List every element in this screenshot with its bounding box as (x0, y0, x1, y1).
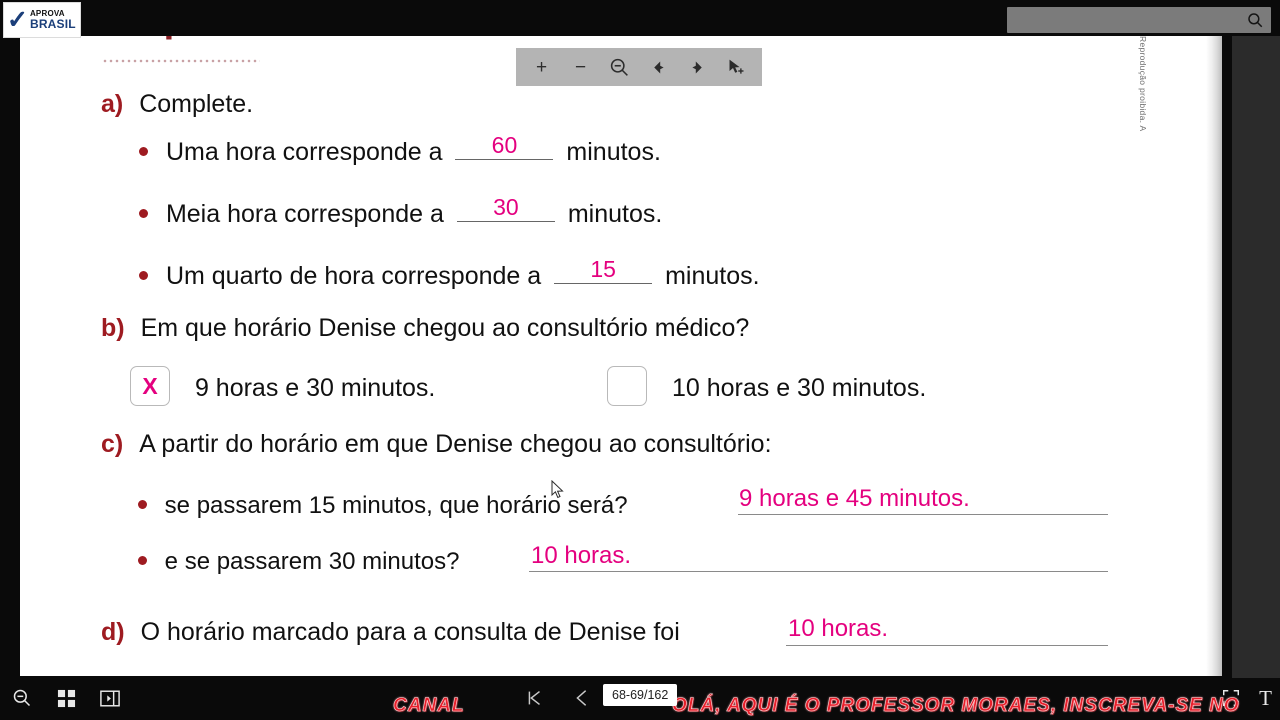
answer-c-1: 10 horas. (531, 542, 632, 569)
blank-a-2[interactable]: 15 (554, 256, 653, 284)
question-a-item-1: Meia hora corresponde a 30 minutos. (139, 194, 663, 229)
top-bar: ✓ APROVA BRASIL (0, 0, 1280, 38)
answer-a-0: 60 (491, 132, 518, 158)
question-a: a) Complete. (101, 90, 253, 119)
pan-left-button[interactable] (644, 52, 674, 82)
arrow-right-diamond-icon (689, 59, 706, 76)
answer-c-0: 9 horas e 45 minutos. (739, 485, 970, 512)
presentation-mode-icon[interactable] (96, 684, 124, 712)
zoom-out-button[interactable]: − (566, 52, 596, 82)
question-d-prompt: O horário marcado para a consulta de Den… (140, 618, 680, 646)
question-a-item-2-after: minutos. (665, 262, 760, 290)
question-a-item-0-before: Uma hora corresponde a (165, 138, 443, 166)
floating-zoom-toolbar[interactable]: + − (516, 48, 762, 86)
answer-line-c-0[interactable] (738, 514, 1108, 515)
bullet-icon (139, 270, 148, 280)
checkbox-x-mark: X (142, 372, 158, 399)
blank-a-0[interactable]: 60 (455, 132, 554, 160)
answer-d: 10 horas. (788, 615, 889, 642)
page-right-gutter (1206, 14, 1222, 676)
magnifier-minus-icon (609, 57, 630, 78)
question-c: c) A partir do horário em que Denise che… (101, 430, 772, 459)
question-c-item-1-text: e se passarem 30 minutos? (164, 548, 460, 575)
answer-line-c-1[interactable] (529, 571, 1108, 572)
blank-a-1[interactable]: 30 (456, 194, 555, 222)
question-b-option-0[interactable]: X 9 horas e 30 minutos. (130, 366, 436, 409)
pan-right-button[interactable] (683, 52, 713, 82)
search-icon[interactable] (1246, 11, 1264, 29)
search-input[interactable] (1007, 7, 1271, 33)
mouse-cursor (551, 479, 565, 505)
question-a-item-0-after: minutos. (566, 138, 661, 166)
logo-line-2: BRASIL (29, 17, 76, 31)
option-0-label: 9 horas e 30 minutos. (194, 373, 436, 402)
bullet-icon (139, 208, 148, 218)
prev-page-icon[interactable] (568, 684, 596, 712)
cursor-plus-button[interactable] (722, 52, 752, 82)
answer-line-d[interactable] (786, 645, 1108, 646)
magnifier-minus-button[interactable] (605, 52, 635, 82)
checkbox-option-1[interactable] (607, 366, 647, 406)
minus-icon: − (574, 56, 587, 78)
document-page[interactable]: Responda a) Complete. Uma hora correspon… (20, 14, 1222, 676)
app-root: Responda a) Complete. Uma hora correspon… (0, 0, 1280, 720)
question-a-marker: a) (101, 90, 124, 118)
bottom-nav-controls (520, 684, 596, 712)
question-a-item-2-before: Um quarto de hora corresponde a (165, 262, 542, 290)
question-b-prompt: Em que horário Denise chegou ao consultó… (140, 314, 750, 342)
bottom-left-tools (8, 684, 124, 712)
answer-a-1: 30 (493, 194, 519, 220)
question-b-marker: b) (101, 314, 125, 342)
question-b-option-1[interactable]: 10 horas e 30 minutos. (607, 366, 927, 409)
bottom-right-tools: T (1217, 684, 1272, 712)
copyright-vertical-text: Reprodução proibida. A (1138, 36, 1148, 132)
question-a-prompt: Complete. (139, 90, 254, 118)
bullet-icon (138, 556, 147, 566)
fullscreen-icon[interactable] (1217, 684, 1245, 712)
question-b: b) Em que horário Denise chegou ao consu… (101, 314, 749, 343)
zoom-in-button[interactable]: + (527, 52, 557, 82)
question-c-prompt: A partir do horário em que Denise chegou… (139, 430, 772, 458)
question-a-item-1-after: minutos. (567, 200, 663, 228)
aprova-brasil-logo[interactable]: ✓ APROVA BRASIL (3, 2, 81, 38)
question-d-marker: d) (101, 618, 125, 646)
option-1-label: 10 horas e 30 minutos. (671, 373, 927, 402)
arrow-left-diamond-icon (650, 59, 667, 76)
title-dotted-underline (102, 59, 260, 63)
text-tool-icon[interactable]: T (1259, 686, 1272, 711)
search-box[interactable] (1007, 7, 1271, 33)
first-page-icon[interactable] (520, 684, 548, 712)
question-a-item-1-before: Meia hora corresponde a (165, 200, 444, 228)
question-d: d) O horário marcado para a consulta de … (101, 618, 680, 647)
zoom-out-icon[interactable] (8, 684, 36, 712)
checkbox-option-0[interactable]: X (130, 366, 170, 406)
plus-icon: + (535, 56, 548, 78)
grid-view-icon[interactable] (52, 684, 80, 712)
question-c-item-1: e se passarem 30 minutos? (138, 548, 460, 576)
bullet-icon (139, 146, 148, 156)
question-a-item-2: Um quarto de hora corresponde a 15 minut… (139, 256, 760, 291)
question-c-marker: c) (101, 430, 124, 458)
question-a-item-0: Uma hora corresponde a 60 minutos. (139, 132, 661, 167)
bullet-icon (138, 500, 147, 510)
cursor-plus-icon (726, 57, 747, 78)
right-side-panel (1232, 36, 1280, 681)
checkbox-x-mark (608, 367, 646, 405)
check-mark-icon: ✓ (7, 5, 28, 34)
answer-a-2: 15 (590, 256, 616, 282)
page-indicator[interactable]: 68-69/162 (603, 684, 678, 706)
